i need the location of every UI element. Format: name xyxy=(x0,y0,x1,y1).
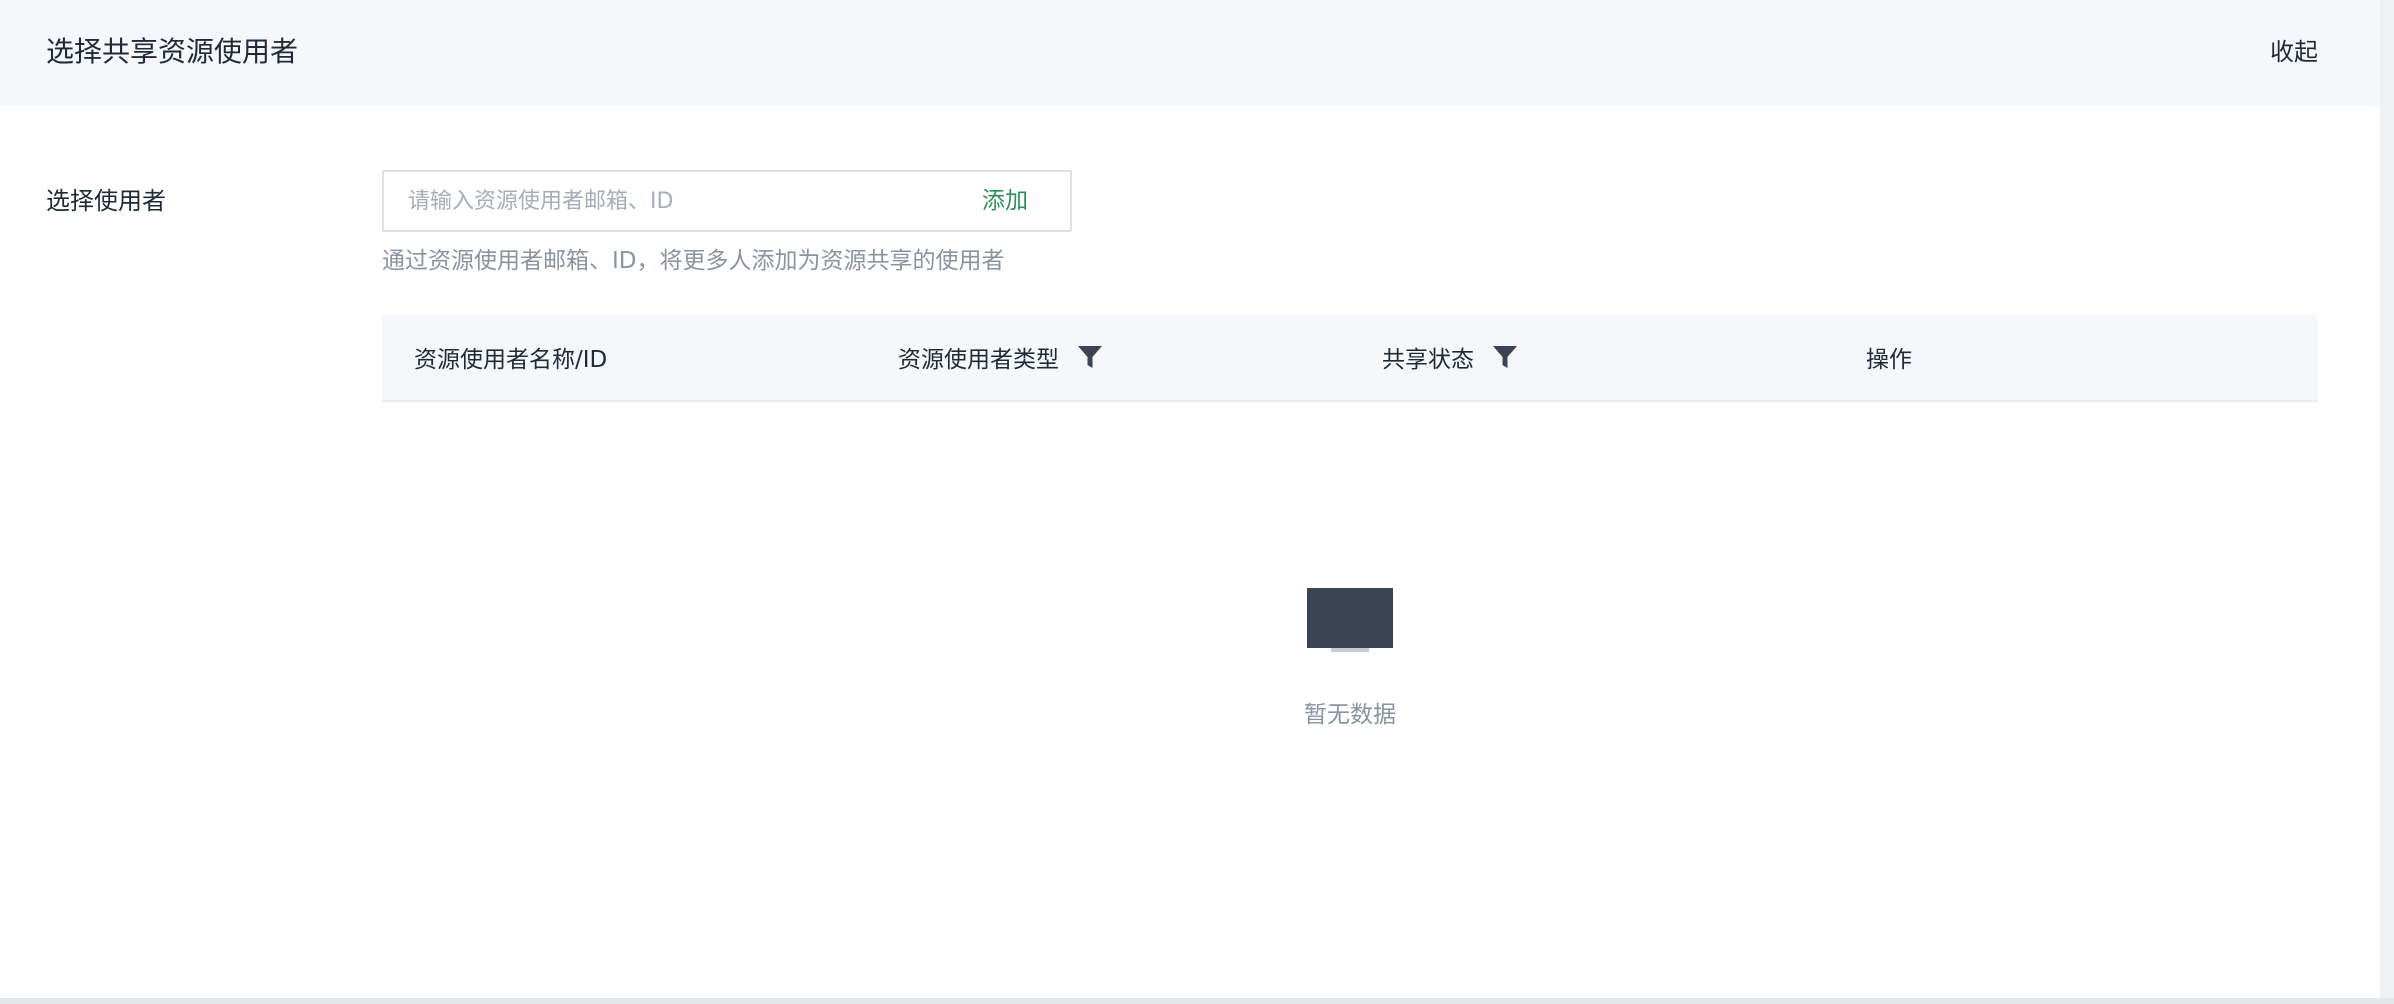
column-header-share-status: 共享状态 xyxy=(1382,314,1518,400)
column-header-actions: 操作 xyxy=(1866,314,1912,400)
input-help-text: 通过资源使用者邮箱、ID，将更多人添加为资源共享的使用者 xyxy=(382,248,1005,274)
select-user-label: 选择使用者 xyxy=(46,187,166,215)
filter-icon[interactable] xyxy=(1492,344,1518,370)
add-user-button[interactable]: 添加 xyxy=(982,182,1028,220)
column-header-user-type: 资源使用者类型 xyxy=(898,314,1103,400)
column-header-label: 资源使用者类型 xyxy=(898,347,1059,373)
users-table-header: 资源使用者名称/ID 资源使用者类型 共享状态 操作 xyxy=(382,314,2318,402)
filter-icon[interactable] xyxy=(1077,344,1103,370)
empty-state-text: 暂无数据 xyxy=(1304,702,1396,728)
user-search-input[interactable] xyxy=(408,182,928,220)
column-header-label: 操作 xyxy=(1866,347,1912,373)
column-header-label: 资源使用者名称/ID xyxy=(414,347,608,373)
panel-bottom-edge xyxy=(0,998,2394,1004)
panel-scroll-edge xyxy=(2380,0,2394,1004)
collapse-button[interactable]: 收起 xyxy=(2270,30,2318,74)
user-search-field[interactable]: 添加 xyxy=(382,170,1072,232)
panel-header: 选择共享资源使用者 收起 xyxy=(0,0,2380,106)
empty-state: 暂无数据 xyxy=(1250,584,1450,744)
share-panel: 选择共享资源使用者 收起 选择使用者 添加 通过资源使用者邮箱、ID，将更多人添… xyxy=(0,0,2380,998)
column-header-label: 共享状态 xyxy=(1382,347,1474,373)
monitor-icon xyxy=(1307,588,1393,656)
column-header-name-id: 资源使用者名称/ID xyxy=(414,314,607,400)
page-title: 选择共享资源使用者 xyxy=(46,35,299,68)
